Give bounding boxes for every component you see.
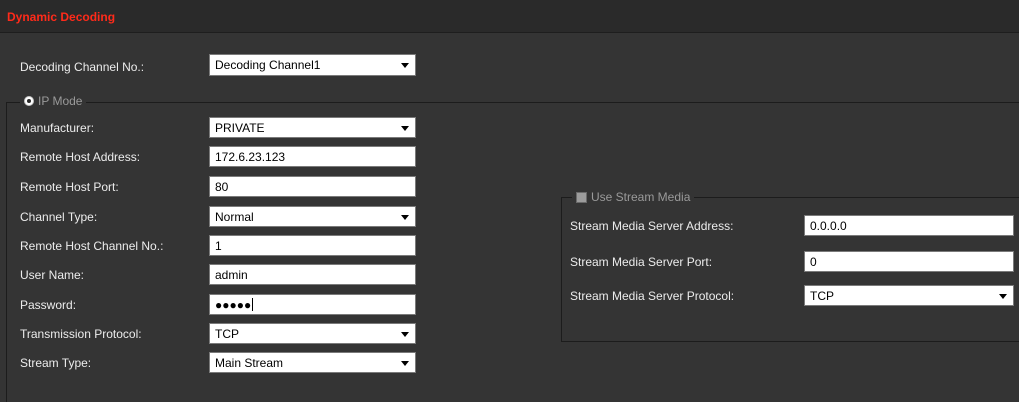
- ip-mode-label: IP Mode: [38, 94, 83, 108]
- stream-server-port-input[interactable]: 0: [804, 251, 1014, 272]
- stream-server-port-label: Stream Media Server Port:: [570, 255, 713, 269]
- ip-mode-radio-icon[interactable]: [24, 96, 34, 106]
- chevron-down-icon: [401, 126, 409, 131]
- decoding-channel-label: Decoding Channel No.:: [20, 60, 145, 74]
- channel-type-value: Normal: [215, 210, 254, 224]
- remote-host-address-input[interactable]: 172.6.23.123: [209, 146, 416, 167]
- stream-server-protocol-label: Stream Media Server Protocol:: [570, 289, 735, 303]
- stream-server-protocol-value: TCP: [810, 289, 834, 303]
- stream-type-value: Main Stream: [215, 356, 284, 370]
- user-name-label: User Name:: [20, 268, 85, 282]
- password-value: ●●●●●: [215, 298, 252, 312]
- title-bar: Dynamic Decoding: [0, 0, 1019, 33]
- ip-mode-legend: IP Mode: [20, 94, 87, 108]
- manufacturer-label: Manufacturer:: [20, 121, 95, 135]
- stream-media-label: Use Stream Media: [591, 190, 691, 204]
- manufacturer-select[interactable]: PRIVATE: [209, 117, 416, 138]
- chevron-down-icon: [401, 332, 409, 337]
- stream-server-address-input[interactable]: 0.0.0.0: [804, 215, 1014, 236]
- stream-type-select[interactable]: Main Stream: [209, 352, 416, 373]
- password-label: Password:: [20, 298, 77, 312]
- decoding-channel-select[interactable]: Decoding Channel1: [209, 54, 416, 76]
- chevron-down-icon: [401, 215, 409, 220]
- user-name-input[interactable]: admin: [209, 264, 416, 285]
- transmission-protocol-label: Transmission Protocol:: [20, 327, 142, 341]
- chevron-down-icon: [401, 361, 409, 366]
- remote-host-channel-label: Remote Host Channel No.:: [20, 239, 164, 253]
- chevron-down-icon: [999, 294, 1007, 299]
- stream-media-checkbox-icon[interactable]: [576, 191, 587, 203]
- decoding-channel-value: Decoding Channel1: [215, 58, 321, 72]
- transmission-protocol-value: TCP: [215, 327, 239, 341]
- remote-host-port-input[interactable]: 80: [209, 176, 416, 197]
- remote-host-address-label: Remote Host Address:: [20, 150, 141, 164]
- chevron-down-icon: [401, 63, 409, 68]
- stream-server-protocol-select[interactable]: TCP: [804, 285, 1014, 306]
- settings-panel: Decoding Channel No.: Decoding Channel1 …: [0, 33, 1019, 402]
- remote-host-port-label: Remote Host Port:: [20, 180, 119, 194]
- transmission-protocol-select[interactable]: TCP: [209, 323, 416, 344]
- stream-media-legend: Use Stream Media: [572, 190, 695, 204]
- manufacturer-value: PRIVATE: [215, 121, 265, 135]
- channel-type-label: Channel Type:: [20, 210, 98, 224]
- channel-type-select[interactable]: Normal: [209, 206, 416, 227]
- remote-host-channel-input[interactable]: 1: [209, 235, 416, 256]
- password-input[interactable]: ●●●●●: [209, 294, 416, 315]
- text-caret: [252, 298, 254, 311]
- stream-type-label: Stream Type:: [20, 356, 92, 370]
- stream-server-address-label: Stream Media Server Address:: [570, 219, 734, 233]
- page-title: Dynamic Decoding: [7, 10, 116, 24]
